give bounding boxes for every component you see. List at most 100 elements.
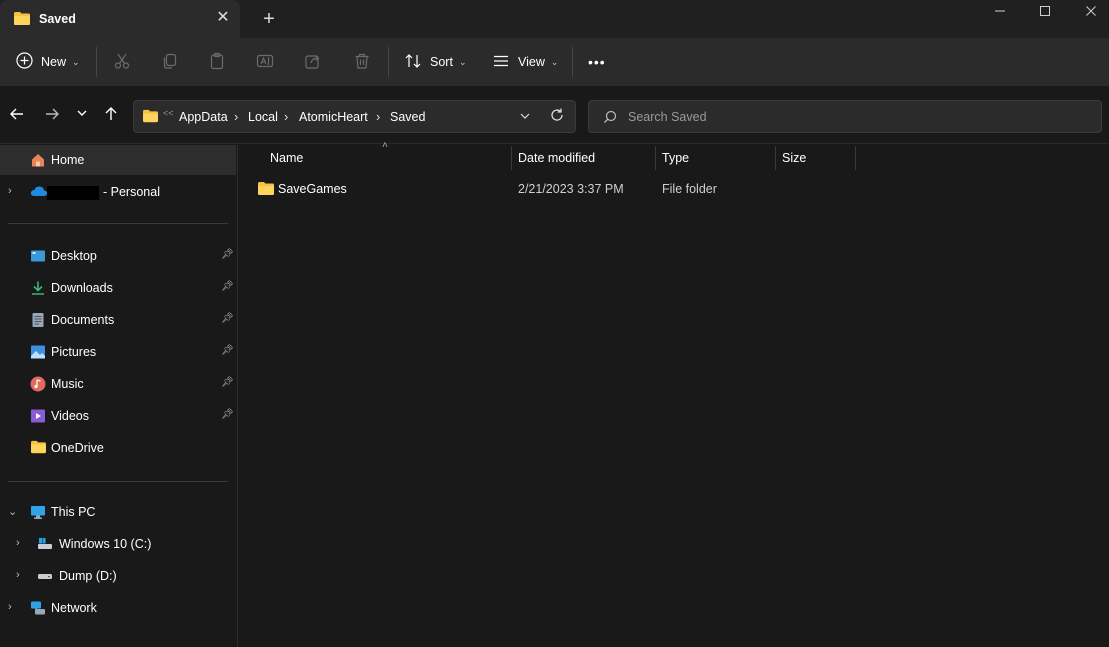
sidebar-item-network[interactable]: › Network [0, 593, 236, 623]
column-header-label: Size [782, 151, 807, 165]
folder-icon [13, 11, 31, 29]
sidebar-item-videos[interactable]: Videos 📌︎ [0, 401, 236, 431]
sidebar-item-onedrive[interactable]: OneDrive [0, 433, 236, 463]
new-button[interactable]: New ⌄ [16, 38, 80, 86]
download-arrow-icon [30, 280, 46, 296]
chevron-down-icon[interactable]: ⌄ [8, 505, 18, 518]
command-bar: New ⌄ Sort ⌄ View ⌄ ••• [0, 38, 1109, 86]
column-header-label: Type [662, 151, 690, 165]
column-header-label: Name [270, 151, 304, 165]
view-button[interactable]: View ⌄ [492, 38, 558, 86]
breadcrumb-overflow[interactable]: << [163, 108, 174, 118]
redacted-account-name [47, 185, 99, 200]
sidebar-item-label: Desktop [51, 249, 97, 263]
sidebar-item-label: Pictures [51, 345, 97, 359]
search-input[interactable] [628, 108, 1088, 126]
title-bar: Saved ✕ + [0, 0, 1109, 38]
navigation-pane: Home › - Personal Desktop 📌︎ Downloads 📌… [0, 145, 238, 647]
search-box[interactable] [588, 100, 1102, 133]
sidebar-item-downloads[interactable]: Downloads 📌︎ [0, 273, 236, 303]
breadcrumb-saved[interactable]: Saved [390, 110, 425, 124]
tab-title: Saved [39, 12, 76, 26]
cut-button[interactable] [113, 38, 131, 86]
close-window-button[interactable] [1068, 0, 1109, 24]
column-divider[interactable] [655, 146, 656, 170]
cut-icon [113, 52, 131, 73]
column-header-type[interactable]: Type [662, 145, 772, 171]
minimize-button[interactable] [977, 0, 1023, 24]
forward-arrow-icon[interactable] [42, 106, 62, 126]
sidebar-item-this-pc[interactable]: ⌄ This PC [0, 497, 236, 527]
sidebar-item-desktop[interactable]: Desktop 📌︎ [0, 241, 236, 271]
sort-label: Sort [430, 55, 453, 69]
chevron-right-icon[interactable]: › [8, 185, 18, 197]
chevron-right-icon[interactable]: › [234, 109, 238, 124]
column-divider[interactable] [511, 146, 512, 170]
breadcrumb-local[interactable]: Local [248, 110, 278, 124]
pin-icon[interactable]: 📌︎ [221, 281, 234, 292]
refresh-icon[interactable] [549, 107, 565, 126]
sidebar-item-home[interactable]: Home [0, 145, 236, 175]
tab-saved[interactable]: Saved ✕ [0, 0, 240, 38]
pin-icon[interactable]: 📌︎ [221, 409, 234, 420]
divider [8, 481, 228, 482]
address-row: << AppData › Local › AtomicHeart › Saved [0, 86, 1109, 144]
pin-icon[interactable]: 📌︎ [221, 313, 234, 324]
sort-button[interactable]: Sort ⌄ [404, 38, 466, 86]
new-label: New [41, 55, 67, 69]
sidebar-item-documents[interactable]: Documents 📌︎ [0, 305, 236, 335]
close-tab-icon[interactable]: ✕ [214, 9, 232, 27]
rename-button[interactable] [256, 38, 274, 86]
delete-button[interactable] [353, 38, 371, 86]
chevron-right-icon[interactable]: › [16, 569, 26, 581]
file-name: SaveGames [278, 182, 347, 196]
sidebar-item-music[interactable]: Music 📌︎ [0, 369, 236, 399]
copy-button[interactable] [161, 38, 179, 86]
chevron-down-icon[interactable] [519, 110, 531, 125]
sidebar-item-drive-d[interactable]: › Dump (D:) [0, 561, 236, 591]
column-header-size[interactable]: Size [782, 145, 852, 171]
plus-circle-icon [16, 52, 33, 72]
sidebar-item-onedrive-personal[interactable]: › - Personal [0, 177, 236, 207]
chevron-down-icon: ⌄ [72, 56, 80, 67]
folder-icon [257, 181, 275, 199]
see-more-button[interactable]: ••• [588, 38, 606, 86]
sidebar-item-label: Videos [51, 409, 89, 423]
up-arrow-icon[interactable] [101, 106, 121, 126]
chevron-right-icon[interactable]: › [376, 109, 380, 124]
pictures-icon [30, 344, 46, 360]
chevron-right-icon[interactable]: › [284, 109, 288, 124]
breadcrumb-appdata[interactable]: AppData [179, 110, 228, 124]
breadcrumb-atomicheart[interactable]: AtomicHeart [299, 110, 368, 124]
divider [8, 223, 228, 224]
share-button[interactable] [304, 38, 322, 86]
windows-drive-icon [37, 536, 53, 552]
column-divider[interactable] [855, 146, 856, 170]
sidebar-item-drive-c[interactable]: › Windows 10 (C:) [0, 529, 236, 559]
file-row[interactable]: SaveGames 2/21/2023 3:37 PM File folder [250, 176, 1100, 202]
folder-icon [30, 440, 46, 456]
pin-icon[interactable]: 📌︎ [221, 345, 234, 356]
music-icon [30, 376, 46, 392]
new-tab-button[interactable]: + [258, 8, 280, 30]
recent-locations-chevron-icon[interactable] [72, 106, 92, 126]
maximize-button[interactable] [1022, 0, 1068, 24]
file-date-modified: 2/21/2023 3:37 PM [518, 182, 624, 196]
sidebar-item-pictures[interactable]: Pictures 📌︎ [0, 337, 236, 367]
sidebar-item-label: Home [51, 153, 85, 167]
column-header-name[interactable]: Name [270, 145, 510, 171]
column-header-date-modified[interactable]: Date modified [518, 145, 653, 171]
back-arrow-icon[interactable] [7, 106, 27, 126]
column-divider[interactable] [775, 146, 776, 170]
chevron-right-icon[interactable]: › [16, 537, 26, 549]
address-bar[interactable]: << AppData › Local › AtomicHeart › Saved [133, 100, 576, 133]
divider [572, 47, 573, 77]
chevron-down-icon: ⌄ [550, 56, 559, 67]
sidebar-item-label: Dump (D:) [59, 569, 117, 583]
pin-icon[interactable]: 📌︎ [221, 249, 234, 260]
sidebar-item-label: Music [51, 377, 84, 391]
pin-icon[interactable]: 📌︎ [221, 377, 234, 388]
onedrive-cloud-icon [30, 184, 48, 200]
paste-button[interactable] [208, 38, 226, 86]
chevron-right-icon[interactable]: › [8, 601, 18, 613]
